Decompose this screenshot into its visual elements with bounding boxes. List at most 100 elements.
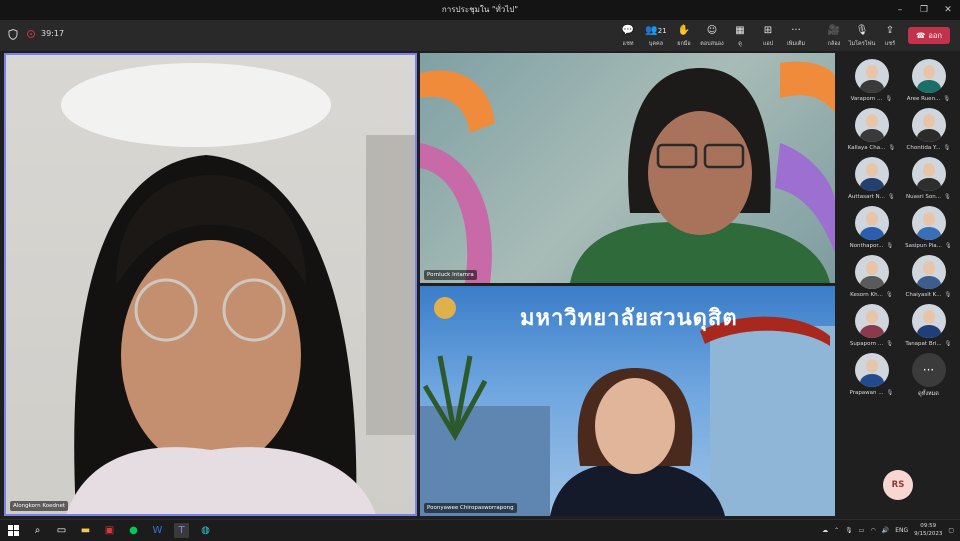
window-title: การประชุมใน "ทั่วไป" [441, 5, 519, 14]
minimize-button[interactable]: – [888, 0, 912, 20]
search-icon[interactable]: ⌕ [30, 523, 45, 538]
participant-tile[interactable]: Chontida Y... 🎙 [900, 108, 957, 151]
participant-tile[interactable]: Kallaya Cha... 🎙 [843, 108, 900, 151]
view-button[interactable]: ▦ ดู [726, 24, 754, 48]
windows-start-icon[interactable] [6, 523, 21, 538]
mic-tray-icon[interactable]: 🎙 [845, 527, 853, 534]
plus-icon: ⊞ [763, 25, 773, 36]
participant-name-label: Alongkorn Koednet [10, 501, 68, 511]
participant-tile[interactable]: Nonthapor... 🎙 [843, 206, 900, 249]
language-indicator[interactable]: ENG [895, 527, 908, 534]
chat-button[interactable]: 💬 แชท [614, 24, 642, 48]
mic-off-icon: 🎙 [944, 292, 952, 298]
avatar [854, 353, 889, 387]
participant-tile[interactable]: Supaporn ... 🎙 [843, 304, 900, 347]
apps-button[interactable]: ⊞ แอป [754, 24, 782, 48]
avatar [911, 255, 946, 289]
leave-button[interactable]: ☎ ออก [908, 27, 950, 44]
meeting-timer: 39:17 [41, 29, 65, 38]
phone-icon: ☎ [916, 31, 926, 40]
self-avatar[interactable]: RS [883, 470, 913, 500]
university-banner-text: มหาวิทยาลัยสวนดุสิต [520, 306, 738, 331]
avatar [854, 304, 889, 338]
mic-button[interactable]: 🎙 ไมโครโฟน [848, 24, 876, 48]
share-button[interactable]: ⇪ แชร์ [876, 24, 904, 48]
avatar [911, 59, 946, 93]
people-button[interactable]: 👥21 บุคคล [642, 24, 670, 48]
mic-off-icon: 🎙 [888, 145, 896, 151]
avatar [911, 206, 946, 240]
video-tile-top-right[interactable]: Pornluck Intamra [420, 53, 835, 283]
mic-off-icon: 🎙 [943, 194, 951, 200]
edge-icon[interactable]: ◍ [198, 523, 213, 538]
participants-panel: Varaporn ... 🎙 Aree Ruen... 🎙 Kallaya Cha.… [838, 53, 960, 516]
people-icon: 👥 [645, 25, 658, 36]
view-all-button[interactable]: ··· ดูทั้งหมด [900, 353, 957, 398]
video-tile-bottom-right[interactable]: มหาวิทยาลัยสวนดุสิต Poonyawee Chiropaswo… [420, 286, 835, 516]
participant-video [420, 61, 835, 283]
word-icon[interactable]: W [150, 523, 165, 538]
react-button[interactable]: ☺ ตอบสนอง [698, 24, 726, 48]
mic-off-icon: 🎙 [944, 243, 952, 249]
notification-icon[interactable]: ▢ [948, 527, 954, 534]
chat-icon: 💬 [621, 25, 635, 36]
participant-tile[interactable]: Sasipun Pia... 🎙 [900, 206, 957, 249]
participant-name-label: Pornluck Intamra [424, 270, 477, 280]
smiley-icon: ☺ [706, 25, 718, 36]
acrobat-icon[interactable]: ▣ [102, 523, 117, 538]
ellipsis-icon: ··· [791, 25, 801, 36]
participant-name-label: Poonyawee Chiropasworrapong [424, 503, 517, 513]
meeting-toolbar: 39:17 💬 แชท 👥21 บุคคล ✋ ยกมือ ☺ ตอบสนอง ▦ ดู … [0, 20, 960, 51]
title-bar: การประชุมใน "ทั่วไป" – ❐ ✕ [0, 0, 960, 20]
participant-tile[interactable]: Aree Ruen... 🎙 [900, 59, 957, 102]
windows-taskbar: ⌕ ▭ ▬ ▣ ● W T ◍ ☁ ⌃ 🎙 ▭ ◠ 🔊 ENG 09:59 9/1… [0, 519, 960, 541]
chevron-up-icon[interactable]: ⌃ [834, 527, 839, 534]
mic-off-icon: 🎙 [887, 194, 895, 200]
participant-tile[interactable]: Tanapat Bri... 🎙 [900, 304, 957, 347]
shield-icon [8, 29, 18, 40]
people-count: 21 [657, 27, 667, 35]
view-icon: ▦ [735, 25, 745, 36]
mic-off-icon: 🎙 [886, 390, 894, 396]
mic-off-icon: 🎙 [885, 96, 893, 102]
avatar [854, 255, 889, 289]
mic-off-icon: 🎙 [943, 145, 951, 151]
video-tile-main[interactable]: Alongkorn Koednet [4, 53, 417, 516]
participant-tile[interactable]: Auttasart N... 🎙 [843, 157, 900, 200]
avatar [911, 157, 946, 191]
weather-icon[interactable]: ☁ [822, 527, 828, 534]
file-explorer-icon[interactable]: ▬ [78, 523, 93, 538]
line-app-icon[interactable]: ● [126, 523, 141, 538]
mic-off-icon: 🎙 [886, 243, 894, 249]
participant-tile[interactable]: Nuasri Son... 🎙 [900, 157, 957, 200]
mic-off-icon: 🎙 [855, 25, 869, 36]
participant-tile[interactable]: Prapawan ... 🎙 [843, 353, 900, 398]
close-button[interactable]: ✕ [936, 0, 960, 20]
participant-tile[interactable]: Varaporn ... 🎙 [843, 59, 900, 102]
more-button[interactable]: ··· เพิ่มเติม [782, 24, 810, 48]
avatar [854, 59, 889, 93]
mic-off-icon: 🎙 [885, 292, 893, 298]
system-clock[interactable]: 09:59 9/15/2023 [914, 522, 942, 538]
hand-icon: ✋ [677, 25, 691, 36]
wifi-icon[interactable]: ◠ [870, 527, 875, 534]
task-view-icon[interactable]: ▭ [54, 523, 69, 538]
teams-icon[interactable]: T [174, 523, 189, 538]
participant-tile[interactable]: Kesorn Kh... 🎙 [843, 255, 900, 298]
ellipsis-icon: ··· [911, 353, 946, 387]
raise-hand-button[interactable]: ✋ ยกมือ [670, 24, 698, 48]
participant-tile[interactable]: Chaiyasit K... 🎙 [900, 255, 957, 298]
volume-icon[interactable]: 🔊 [882, 527, 889, 534]
recording-icon [27, 30, 35, 38]
network-icon[interactable]: ▭ [859, 527, 865, 534]
share-icon: ⇪ [885, 25, 895, 36]
mic-off-icon: 🎙 [886, 341, 894, 347]
participant-video [61, 63, 415, 514]
avatar [911, 108, 946, 142]
mic-off-icon: 🎙 [944, 341, 952, 347]
maximize-button[interactable]: ❐ [912, 0, 936, 20]
avatar [854, 108, 889, 142]
camera-button[interactable]: 🎥 กล้อง [820, 24, 848, 48]
avatar [854, 206, 889, 240]
camera-off-icon: 🎥 [827, 25, 841, 36]
